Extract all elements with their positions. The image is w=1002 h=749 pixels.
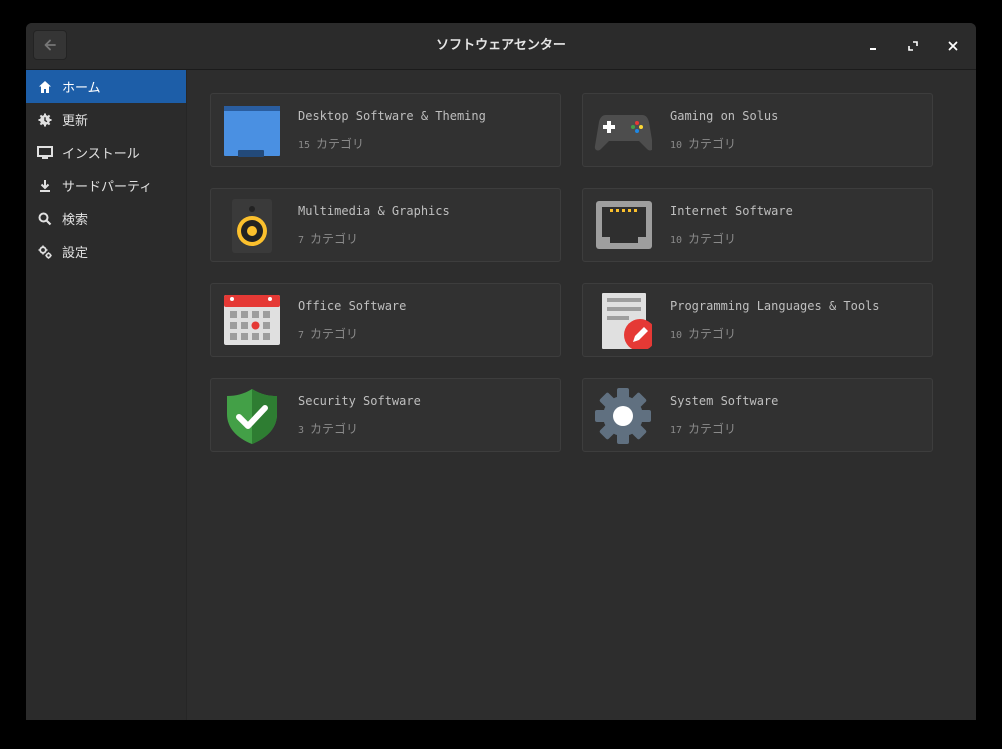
close-icon [948,41,958,51]
close-button[interactable] [943,36,963,56]
category-count: 15 [298,140,311,151]
system-gear-icon [595,388,651,444]
category-card-multimedia[interactable]: Multimedia & Graphics 7 カテゴリ [210,188,561,262]
category-grid: Desktop Software & Theming 15 カテゴリ Gaming… [187,70,976,720]
category-card-internet[interactable]: Internet Software 10 カテゴリ [582,188,933,262]
sidebar-item-home[interactable]: ホーム [26,70,186,103]
category-card-office[interactable]: Office Software 7 カテゴリ [210,283,561,357]
titlebar: ソフトウェアセンター [26,23,976,70]
category-title: Gaming on Solus [670,109,779,123]
category-count: 3 [298,425,305,436]
category-title: Desktop Software & Theming [298,109,486,123]
category-title: System Software [670,394,779,408]
minimize-icon [870,48,876,50]
category-card-desktop[interactable]: Desktop Software & Theming 15 カテゴリ [210,93,561,167]
category-unit: カテゴリ [310,232,359,246]
sidebar-item-label: インストール [62,147,140,162]
sidebar-item-search[interactable]: 検索 [26,202,186,235]
category-count: 7 [298,330,305,341]
home-icon [37,79,53,95]
app-window: ソフトウェアセンター ホーム 更新 インストール サードパーティ 検索 設定 D… [26,23,976,720]
category-unit: カテゴリ [310,327,359,341]
category-card-security[interactable]: Security Software 3 カテゴリ [210,378,561,452]
sidebar-item-installed[interactable]: インストール [26,136,186,169]
category-unit: カテゴリ [688,327,737,341]
sidebar-item-label: サードパーティ [62,180,153,195]
minimize-button[interactable] [863,36,883,56]
maximize-button[interactable] [903,36,923,56]
monitor-icon [37,145,53,161]
gamepad-icon [594,115,652,151]
ethernet-icon [596,201,652,249]
back-button[interactable] [33,30,67,60]
desktop-icon [224,106,280,157]
window-title: ソフトウェアセンター [436,38,566,53]
category-title: Office Software [298,299,407,313]
category-title: Security Software [298,394,421,408]
category-title: Internet Software [670,204,793,218]
sidebar-item-label: 検索 [62,213,89,228]
category-unit: カテゴリ [316,137,365,151]
gear-icon [37,244,53,260]
search-icon [37,211,53,227]
sidebar-item-label: 設定 [62,246,89,261]
sidebar: ホーム 更新 インストール サードパーティ 検索 設定 [26,70,187,720]
category-count: 10 [670,330,683,341]
document-edit-icon [602,293,652,349]
sidebar-item-label: ホーム [62,81,101,96]
category-card-gaming[interactable]: Gaming on Solus 10 カテゴリ [582,93,933,167]
category-unit: カテゴリ [688,422,737,436]
sidebar-item-settings[interactable]: 設定 [26,235,186,268]
category-card-programming[interactable]: Programming Languages & Tools 10 カテゴリ [582,283,933,357]
category-count: 10 [670,140,683,151]
category-count: 17 [670,425,683,436]
category-card-system[interactable]: System Software 17 カテゴリ [582,378,933,452]
shield-icon [227,389,277,444]
sidebar-item-third-party[interactable]: サードパーティ [26,169,186,202]
category-title: Multimedia & Graphics [298,204,450,218]
category-count: 7 [298,235,305,246]
category-unit: カテゴリ [688,232,737,246]
category-count: 10 [670,235,683,246]
update-icon [37,112,53,128]
category-unit: カテゴリ [688,137,737,151]
download-icon [37,178,53,194]
speaker-icon [232,199,272,253]
maximize-icon [908,41,918,51]
arrow-left-icon [44,39,56,51]
sidebar-item-label: 更新 [62,114,89,129]
sidebar-item-updates[interactable]: 更新 [26,103,186,136]
category-unit: カテゴリ [310,422,359,436]
calendar-icon [224,295,280,345]
category-title: Programming Languages & Tools [670,299,880,313]
